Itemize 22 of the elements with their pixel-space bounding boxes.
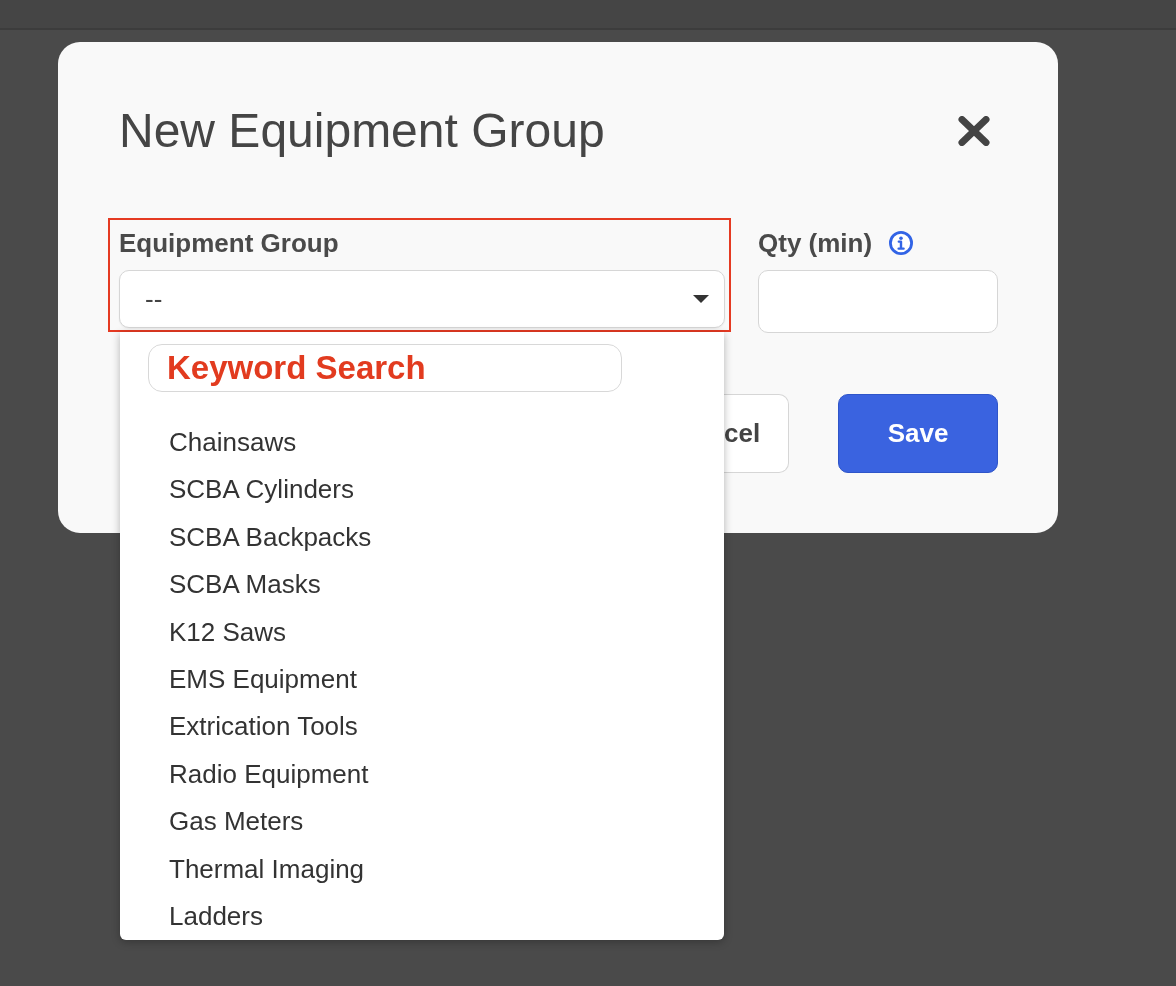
dropdown-option[interactable]: EMS Equipment xyxy=(148,655,724,704)
field-label: Equipment Group xyxy=(119,227,339,259)
cancel-button[interactable]: cel xyxy=(724,394,789,473)
select-field[interactable]: -- xyxy=(119,270,725,328)
save-button[interactable]: Save xyxy=(838,394,998,473)
dropdown-option[interactable]: Ladders xyxy=(148,892,724,940)
field-label: Qty (min) xyxy=(758,227,873,259)
dropdown-option[interactable]: Radio Equipment xyxy=(148,750,724,799)
dialog-title: New Equipment Group xyxy=(119,103,605,159)
dropdown-option[interactable]: SCBA Backpacks xyxy=(148,513,724,562)
dropdown-option[interactable]: Gas Meters xyxy=(148,798,724,846)
close-icon[interactable] xyxy=(958,116,990,146)
caret-icon xyxy=(693,295,709,303)
search-field[interactable]: Keyword Search xyxy=(148,344,622,392)
dropdown-option[interactable]: K12 Saws xyxy=(148,608,724,656)
dropdown-option[interactable]: Chainsaws xyxy=(148,419,724,467)
dropdown-option[interactable]: SCBA Masks xyxy=(148,561,724,609)
quantity-field[interactable] xyxy=(758,270,998,333)
dropdown-option[interactable]: SCBA Cylinders xyxy=(148,466,724,514)
dropdown-option[interactable]: Thermal Imaging xyxy=(148,845,724,893)
info-icon[interactable] xyxy=(889,231,914,255)
dropdown-option[interactable]: Extrication Tools xyxy=(148,703,724,751)
